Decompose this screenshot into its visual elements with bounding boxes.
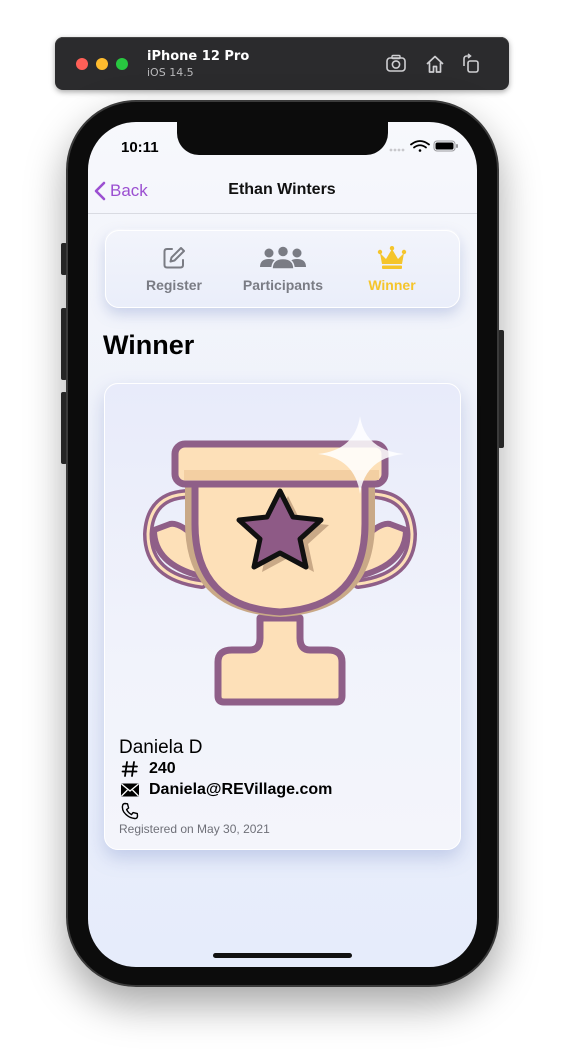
screenshot-icon[interactable] xyxy=(385,53,407,75)
os-version: iOS 14.5 xyxy=(147,66,194,79)
page-title: Winner xyxy=(103,330,195,360)
minimize-window-button[interactable] xyxy=(96,58,108,70)
winner-email[interactable]: Daniela@REVillage.com xyxy=(149,781,332,799)
back-button[interactable]: Back xyxy=(94,180,148,202)
winner-email-row: Daniela@REVillage.com xyxy=(119,781,332,799)
nav-title: Ethan Winters xyxy=(228,181,336,198)
number-sign-icon xyxy=(121,761,138,777)
wifi-icon xyxy=(410,140,430,152)
home-icon[interactable] xyxy=(424,53,446,75)
registration-date: Registered on May 30, 2021 xyxy=(119,822,270,836)
tab-participants[interactable]: Participants xyxy=(224,231,342,307)
tab-register-label: Register xyxy=(145,277,203,293)
phone-icon xyxy=(121,802,139,820)
battery-icon xyxy=(433,140,458,152)
tab-winner[interactable]: Winner xyxy=(333,231,451,307)
tab-register[interactable]: Register xyxy=(115,231,233,307)
close-window-button[interactable] xyxy=(76,58,88,70)
status-time: 10:11 xyxy=(121,139,159,156)
home-indicator[interactable] xyxy=(213,953,352,958)
rotate-icon[interactable] xyxy=(460,53,482,75)
back-label: Back xyxy=(110,181,148,200)
tab-winner-label: Winner xyxy=(368,277,416,293)
chevron-left-icon xyxy=(94,181,106,201)
edit-icon xyxy=(163,247,185,269)
trophy-illustration xyxy=(142,416,418,706)
envelope-icon xyxy=(121,783,139,797)
crown-icon xyxy=(377,246,407,269)
zoom-window-button[interactable] xyxy=(116,58,128,70)
winner-name: Daniela D xyxy=(119,737,203,758)
tab-bar: Register Participants Winner xyxy=(105,230,460,308)
status-icons xyxy=(389,140,458,152)
device-name: iPhone 12 Pro xyxy=(147,49,250,64)
people-icon xyxy=(260,245,306,270)
nav-divider xyxy=(88,213,477,214)
signal-icon xyxy=(389,148,405,152)
winner-number-row: 240 xyxy=(119,760,176,778)
winner-phone-row xyxy=(119,802,149,820)
simulator-toolbar: iPhone 12 Pro iOS 14.5 xyxy=(55,37,509,90)
notch xyxy=(177,122,388,155)
tab-participants-label: Participants xyxy=(242,277,324,293)
winner-number: 240 xyxy=(149,760,176,777)
